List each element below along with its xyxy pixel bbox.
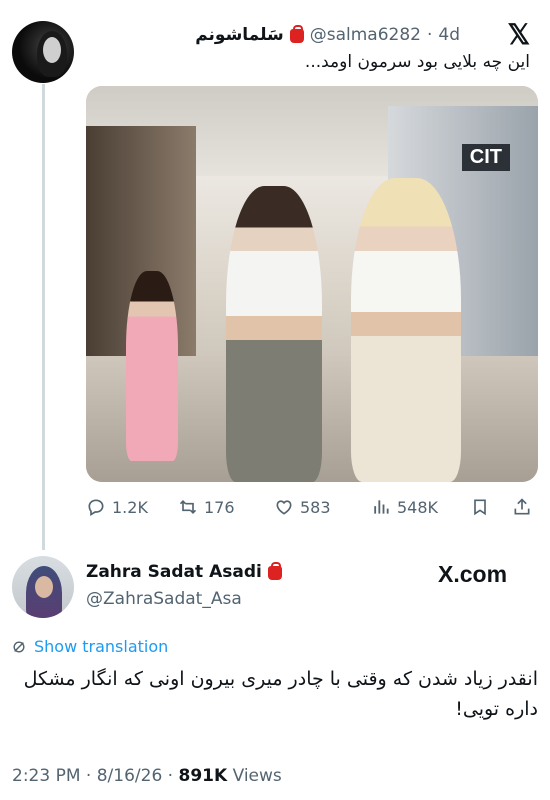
quoted-handle[interactable]: @salma6282 (310, 25, 421, 45)
repost-icon (179, 499, 197, 515)
share-button[interactable] (512, 497, 532, 517)
quoted-tweet-image[interactable]: CIT (86, 86, 538, 482)
show-translation-link[interactable]: Show translation (12, 637, 168, 656)
quoted-display-name[interactable]: سَلماشونم (195, 25, 284, 45)
show-translation-label: Show translation (34, 637, 169, 656)
store-sign-text: CIT (461, 144, 510, 171)
quoted-author-avatar[interactable] (12, 21, 74, 83)
bookmark-button[interactable] (470, 497, 490, 517)
reply-icon (88, 499, 104, 516)
meta-separator: · (85, 766, 92, 786)
reply-count: 1.2K (112, 497, 148, 517)
quoted-action-bar: 1.2K 176 583 548K (86, 494, 536, 520)
views-icon (374, 500, 389, 514)
tweet-meta: 2:23 PM · 8/16/26 · 891K Views (12, 766, 282, 786)
like-icon (276, 500, 292, 515)
x-logo-icon[interactable]: 𝕏 (507, 18, 530, 51)
quoted-tweet-header: سَلماشونم @salma6282 · 4d (195, 22, 460, 48)
reply-button[interactable]: 1.2K (86, 497, 148, 517)
author-name-row: Zahra Sadat Asadi (86, 562, 282, 582)
views-label: Views (232, 766, 282, 786)
repost-button[interactable]: 176 (178, 497, 235, 517)
translate-icon (13, 640, 25, 653)
views-button[interactable]: 548K (371, 497, 438, 517)
tweet-view-count[interactable]: 891K (178, 766, 227, 786)
thread-connector-line (42, 84, 45, 550)
like-button[interactable]: 583 (274, 497, 331, 517)
repost-count: 176 (204, 497, 235, 517)
bag-emoji-icon (289, 25, 304, 43)
header-separator: · (426, 25, 433, 45)
tweet-text: انقدر زیاد شدن که وقتی با چادر میری بیرو… (23, 668, 538, 720)
bag-emoji-icon (267, 562, 282, 580)
author-display-name[interactable]: Zahra Sadat Asadi (86, 562, 262, 582)
like-count: 583 (300, 497, 331, 517)
x-com-brand: X.com (438, 561, 508, 587)
share-icon (514, 498, 530, 515)
bookmark-icon (474, 499, 486, 516)
quoted-tweet-text: این چه بلایی بود سرمون اومد... (304, 52, 530, 72)
author-avatar[interactable] (12, 556, 74, 618)
author-handle[interactable]: @ZahraSadat_Asa (86, 589, 242, 609)
tweet-time[interactable]: 2:23 PM (12, 766, 81, 786)
meta-separator: · (167, 766, 174, 786)
view-count: 548K (397, 497, 439, 517)
quoted-age[interactable]: 4d (438, 25, 460, 45)
tweet-date[interactable]: 8/16/26 (97, 766, 163, 786)
